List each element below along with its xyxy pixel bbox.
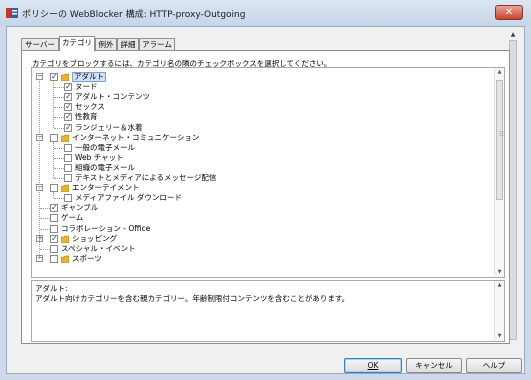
description-scrollbar[interactable]: ▲ ▼: [494, 281, 504, 341]
tree-item-label: メディアファイル ダウンロード: [75, 193, 182, 203]
tree-item-label: エンターテイメント: [72, 183, 140, 193]
tree-item-label: 一般の電子メール: [75, 142, 135, 152]
category-tree[interactable]: ▲ ——— ▼ − アダルトヌードアダルト・コンテンツセックス性教育ランジェリー＆…: [31, 67, 505, 278]
tree-connector: [54, 178, 64, 179]
desc-scroll-up-icon[interactable]: ▲: [495, 281, 504, 290]
tree-item-label: ギャンブル: [61, 203, 99, 213]
tree-scrollbar[interactable]: ▲ — — — ▼: [494, 68, 504, 277]
tree-scroll-down-icon[interactable]: ▼: [495, 268, 504, 277]
folder-icon: [61, 73, 69, 81]
desc-scroll-down-icon[interactable]: ▼: [495, 332, 504, 341]
category-checkbox[interactable]: [50, 214, 58, 223]
tree-connector: [54, 147, 64, 149]
tree-connector: [54, 157, 64, 159]
help-button[interactable]: ヘルプ: [466, 358, 522, 373]
tree-item-label: インターネット・コミュニケーション: [72, 132, 200, 142]
category-checkbox[interactable]: [50, 224, 58, 233]
tree-connector: [40, 248, 50, 250]
folder-icon: [61, 235, 69, 243]
close-button[interactable]: ✕: [495, 5, 523, 20]
category-checkbox[interactable]: [50, 203, 58, 213]
tree-item-label: 性教育: [75, 112, 98, 122]
description-box: アダルト: アダルト向けカテゴリーを含む親カテゴリー。年齢制限付コンテンツを含む…: [31, 280, 505, 342]
tree-item-label: セックス: [75, 102, 105, 112]
ok-button-label: OK: [367, 361, 379, 370]
app-icon: [6, 8, 18, 18]
collapse-icon[interactable]: −: [36, 73, 43, 80]
category-checkbox[interactable]: [50, 184, 58, 193]
tree-item-label: 組織の電子メール: [75, 162, 135, 172]
title-bar[interactable]: ポリシーの WebBlocker 構成: HTTP-proxy-Outgoing…: [0, 0, 531, 26]
category-checkbox[interactable]: [50, 254, 58, 263]
category-checkbox[interactable]: [64, 153, 72, 162]
folder-icon: [61, 255, 69, 263]
tree-item-label: スペシャル・イベント: [61, 243, 136, 253]
tree-item-label: ショッピング: [72, 233, 117, 243]
tree-connector: [54, 87, 64, 89]
tree-scroll-up-icon[interactable]: ▲: [495, 68, 504, 77]
category-checkbox[interactable]: [64, 143, 72, 152]
tree-guide-line: [53, 192, 54, 199]
grip-icon: — — —: [499, 129, 504, 139]
tree-item-label: アダルト: [72, 72, 106, 82]
tree-scroll-thumb[interactable]: — — —: [496, 80, 504, 200]
scroll-up-icon[interactable]: ▲: [508, 30, 518, 39]
tree-guide-line: [53, 141, 54, 178]
outer-scroll-thumb[interactable]: [509, 40, 517, 340]
tab-advanced[interactable]: 詳細: [117, 38, 139, 50]
category-checkbox[interactable]: [64, 102, 72, 112]
window-title: ポリシーの WebBlocker 構成: HTTP-proxy-Outgoing: [22, 10, 246, 20]
tree-connector: [54, 117, 64, 119]
tree-connector: [54, 127, 64, 129]
tree-connector: [54, 198, 64, 200]
tree-connector: [54, 167, 64, 169]
tree-item-label: スポーツ: [72, 253, 102, 263]
tree-item-label: テキストとメディアによるメッセージ配信: [75, 173, 217, 182]
category-checkbox[interactable]: [50, 244, 58, 253]
tab-category[interactable]: カテゴリ: [59, 36, 95, 51]
ok-button[interactable]: OK: [344, 358, 402, 373]
category-checkbox[interactable]: [64, 112, 72, 122]
category-checkbox[interactable]: [64, 163, 72, 172]
folder-icon: [61, 134, 69, 142]
category-checkbox[interactable]: [64, 194, 72, 203]
tree-connector: [40, 208, 50, 210]
tab-server[interactable]: サーバー: [21, 38, 59, 50]
tree-item-label: ランジェリー＆水着: [75, 122, 143, 132]
category-checkbox[interactable]: [64, 174, 72, 182]
tab-exceptions[interactable]: 例外: [95, 38, 117, 50]
tree-root-line: [39, 81, 40, 259]
cancel-button[interactable]: キャンセル: [406, 358, 462, 373]
tree-item-label: ゲーム: [61, 213, 84, 223]
folder-icon: [61, 184, 69, 193]
category-checkbox[interactable]: [64, 82, 72, 92]
category-checkbox[interactable]: [50, 234, 58, 244]
tree-guide-line: [53, 81, 54, 128]
tree-item-label: ヌード: [75, 82, 98, 92]
category-checkbox[interactable]: [50, 133, 58, 142]
category-checkbox[interactable]: [64, 123, 72, 133]
description-text: アダルト向けカテゴリーを含む親カテゴリー。年齢制限付コンテンツを含むことがありま…: [35, 294, 350, 303]
dialog-window: ポリシーの WebBlocker 構成: HTTP-proxy-Outgoing…: [0, 0, 531, 380]
tree-item-label: コラボレーション - Office: [61, 223, 151, 233]
tree-item-label: Web チャット: [75, 152, 124, 162]
tree-item-label: アダルト・コンテンツ: [75, 92, 150, 102]
category-checkbox[interactable]: [64, 92, 72, 102]
category-checkbox[interactable]: [50, 72, 58, 82]
tree-connector: [40, 228, 50, 230]
tree-connector: [54, 97, 64, 99]
tree-connector: [40, 218, 50, 220]
tab-alarm[interactable]: アラーム: [139, 38, 175, 50]
tree-connector: [54, 107, 64, 109]
